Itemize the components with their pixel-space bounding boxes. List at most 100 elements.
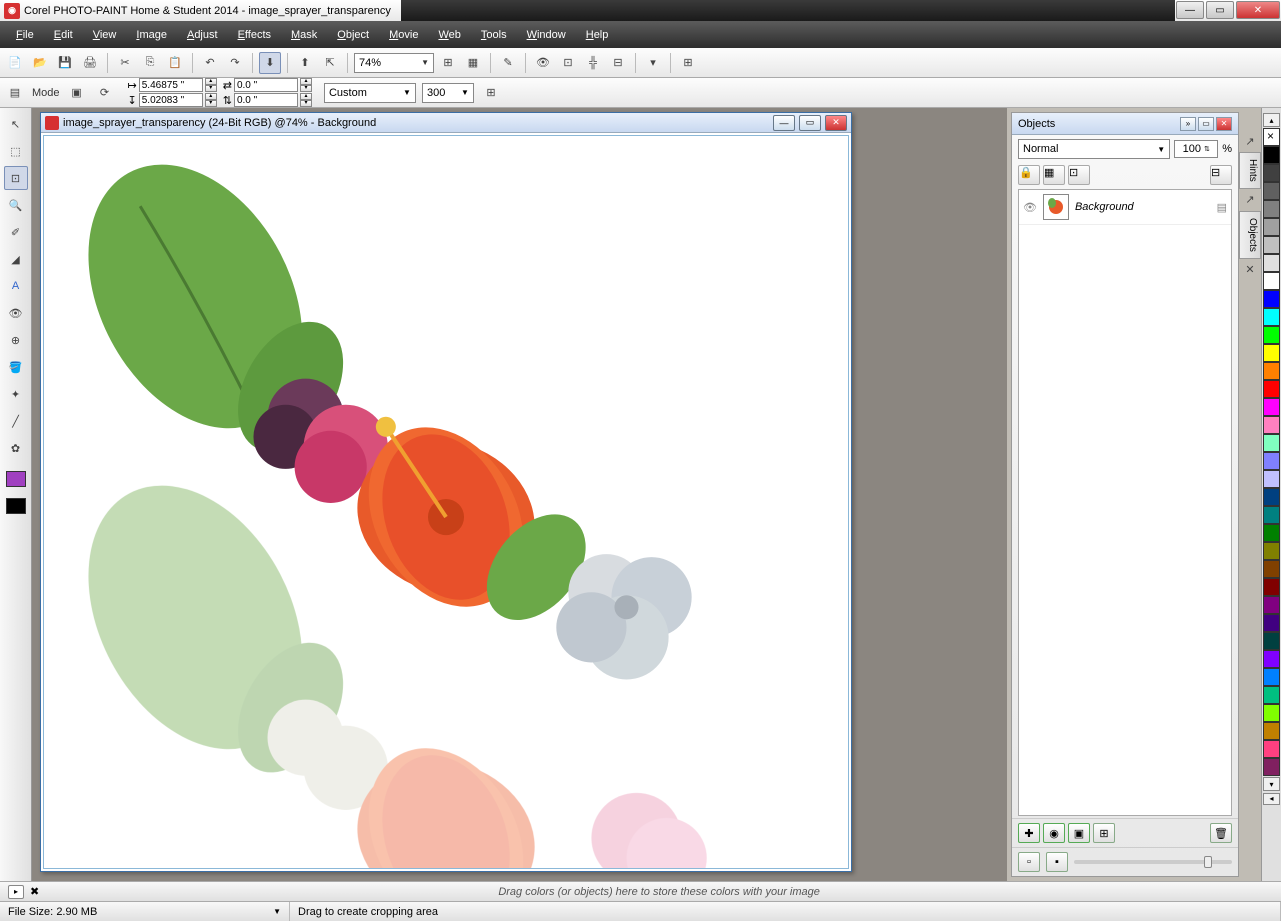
maximize-button[interactable]: ▭ [1206, 1, 1234, 19]
palette-swatch-25[interactable] [1263, 596, 1280, 614]
menu-mask[interactable]: Mask [281, 26, 327, 44]
width-input[interactable]: 5.46875 " [139, 78, 203, 92]
menu-window[interactable]: Window [517, 26, 576, 44]
layer-item-background[interactable]: 👁 Background ▤ [1019, 190, 1231, 225]
background-color[interactable] [6, 498, 26, 514]
menu-image[interactable]: Image [126, 26, 177, 44]
palette-down-button[interactable]: ▾ [1263, 777, 1280, 791]
menu-edit[interactable]: Edit [44, 26, 83, 44]
objects-tab[interactable]: Objects [1239, 211, 1261, 259]
hints-tab-arrow[interactable]: ↗ [1239, 132, 1261, 150]
cut-button[interactable]: ✂ [114, 52, 136, 74]
docker-expand-button[interactable]: » [1180, 117, 1196, 131]
opacity-input[interactable]: 100 ⇅ [1174, 140, 1218, 158]
lock-pixels-button[interactable]: ▦ [1043, 165, 1065, 185]
thumbnail-slider[interactable] [1074, 860, 1232, 864]
line-tool[interactable]: ╱ [4, 409, 28, 433]
thumbnail-size-large-button[interactable]: ▪ [1046, 852, 1068, 872]
palette-swatch-10[interactable] [1263, 326, 1280, 344]
menu-adjust[interactable]: Adjust [177, 26, 228, 44]
dpi-combo[interactable]: 300 ▼ [422, 83, 474, 103]
palette-no-color[interactable] [1263, 128, 1280, 146]
mode-button[interactable]: ▣ [66, 82, 88, 104]
image-sprayer-tool[interactable]: ✿ [4, 436, 28, 460]
palette-swatch-31[interactable] [1263, 704, 1280, 722]
doc-minimize-button[interactable]: — [773, 115, 795, 131]
palette-swatch-7[interactable] [1263, 272, 1280, 290]
options-button[interactable]: ▾ [642, 52, 664, 74]
palette-swatch-8[interactable] [1263, 290, 1280, 308]
eyedropper-tool[interactable]: ✐ [4, 220, 28, 244]
red-eye-tool[interactable]: 👁 [4, 301, 28, 325]
play-button[interactable]: ▸ [8, 885, 24, 899]
new-object-button[interactable]: ✚ [1018, 823, 1040, 843]
paste-button[interactable]: 📋 [164, 52, 186, 74]
canvas[interactable] [43, 135, 849, 869]
palette-swatch-17[interactable] [1263, 452, 1280, 470]
thumbnail-size-small-button[interactable]: ▫ [1018, 852, 1040, 872]
palette-pager-button[interactable]: ◂ [1263, 793, 1280, 805]
pick-tool[interactable]: ↖ [4, 112, 28, 136]
palette-swatch-20[interactable] [1263, 506, 1280, 524]
delete-object-button[interactable]: 🗑 [1210, 823, 1232, 843]
palette-swatch-5[interactable] [1263, 236, 1280, 254]
height-input[interactable]: 5.02083 " [139, 93, 203, 107]
palette-swatch-0[interactable] [1263, 146, 1280, 164]
menu-tools[interactable]: Tools [471, 26, 517, 44]
fullscreen-button[interactable]: ▦ [462, 52, 484, 74]
docker-close-button[interactable]: ✕ [1216, 117, 1232, 131]
new-from-clipboard-button[interactable]: ▤ [4, 82, 26, 104]
menu-effects[interactable]: Effects [228, 26, 281, 44]
lock-position-button[interactable]: ⊡ [1068, 165, 1090, 185]
layers-list[interactable]: 👁 Background ▤ [1018, 189, 1232, 816]
menu-object[interactable]: Object [327, 26, 379, 44]
import-button[interactable]: ⬇ [259, 52, 281, 74]
dx-spinner[interactable]: ▴▾ [300, 78, 312, 92]
show-grid-button[interactable]: ⊡ [557, 52, 579, 74]
close-button[interactable]: ✕ [1236, 1, 1280, 19]
palette-swatch-33[interactable] [1263, 740, 1280, 758]
palette-swatch-6[interactable] [1263, 254, 1280, 272]
palette-swatch-27[interactable] [1263, 632, 1280, 650]
palette-swatch-24[interactable] [1263, 578, 1280, 596]
palette-swatch-1[interactable] [1263, 164, 1280, 182]
reset-button[interactable]: ⟳ [94, 82, 116, 104]
show-guides-button[interactable]: ╬ [582, 52, 604, 74]
publish-button[interactable]: ⇱ [319, 52, 341, 74]
hints-tab[interactable]: Hints [1239, 152, 1261, 189]
effect-tool[interactable]: ✦ [4, 382, 28, 406]
doc-maximize-button[interactable]: ▭ [799, 115, 821, 131]
palette-swatch-18[interactable] [1263, 470, 1280, 488]
new-group-button[interactable]: ▣ [1068, 823, 1090, 843]
minimize-button[interactable]: — [1176, 1, 1204, 19]
palette-swatch-14[interactable] [1263, 398, 1280, 416]
new-button[interactable]: 📄 [4, 52, 26, 74]
palette-swatch-16[interactable] [1263, 434, 1280, 452]
print-button[interactable]: 🖨 [79, 52, 101, 74]
eraser-tool[interactable]: ◢ [4, 247, 28, 271]
copy-button[interactable]: ⎘ [139, 52, 161, 74]
palette-swatch-19[interactable] [1263, 488, 1280, 506]
open-button[interactable]: 📂 [29, 52, 51, 74]
launcher-button[interactable]: ⊞ [677, 52, 699, 74]
brush-settings-button[interactable]: ✎ [497, 52, 519, 74]
undo-button[interactable]: ↶ [199, 52, 221, 74]
palette-swatch-11[interactable] [1263, 344, 1280, 362]
doc-close-button[interactable]: ✕ [825, 115, 847, 131]
clip-button[interactable]: ⊟ [1210, 165, 1232, 185]
docker-collapse-button[interactable]: ▭ [1198, 117, 1214, 131]
document-titlebar[interactable]: image_sprayer_transparency (24-Bit RGB) … [41, 113, 851, 133]
palette-swatch-15[interactable] [1263, 416, 1280, 434]
mask-rect-tool[interactable]: ⬚ [4, 139, 28, 163]
menu-web[interactable]: Web [428, 26, 470, 44]
redo-button[interactable]: ↷ [224, 52, 246, 74]
palette-swatch-23[interactable] [1263, 560, 1280, 578]
foreground-color[interactable] [6, 471, 26, 487]
palette-swatch-22[interactable] [1263, 542, 1280, 560]
zoom-tool[interactable]: 🔍 [4, 193, 28, 217]
height-spinner[interactable]: ▴▾ [205, 93, 217, 107]
palette-swatch-28[interactable] [1263, 650, 1280, 668]
palette-swatch-4[interactable] [1263, 218, 1280, 236]
palette-swatch-29[interactable] [1263, 668, 1280, 686]
show-rulers-button[interactable]: 👁 [532, 52, 554, 74]
